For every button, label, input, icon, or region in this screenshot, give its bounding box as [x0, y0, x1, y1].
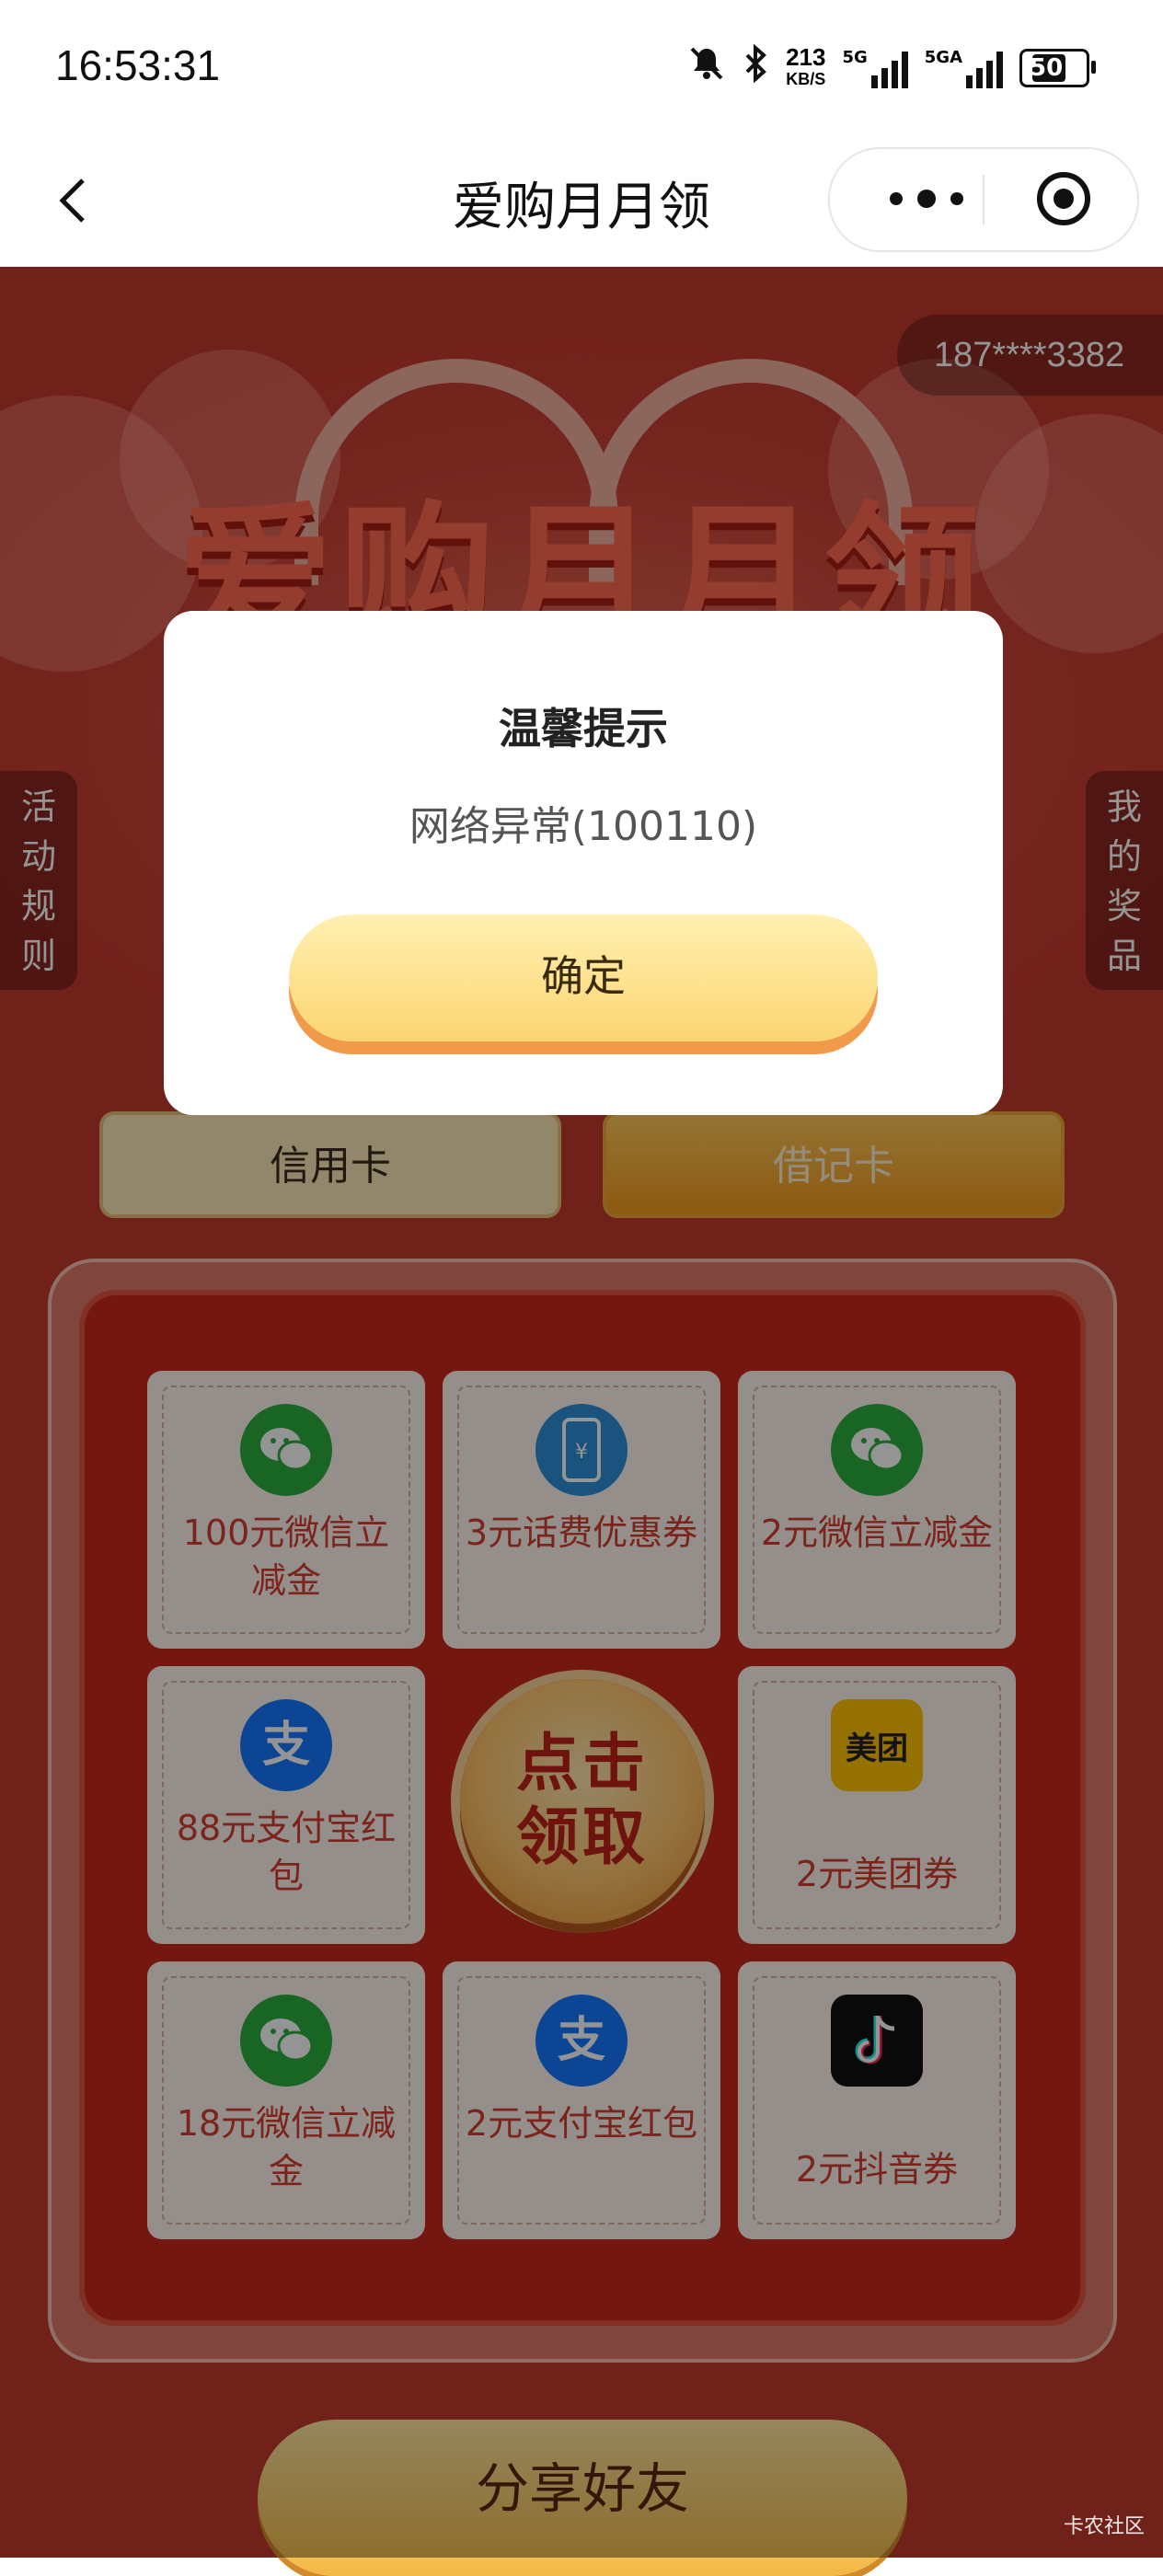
capsule-divider	[983, 175, 985, 224]
alert-dialog: 温馨提示 网络异常(100110) 确定	[164, 611, 1003, 1115]
close-miniapp-icon[interactable]	[1034, 169, 1093, 228]
watermark: 卡农社区	[1063, 2515, 1145, 2538]
signal-5ga-icon: 5GA	[925, 48, 1003, 88]
speed-value: 213	[786, 42, 826, 71]
signal-5g-icon: 5G	[842, 48, 908, 88]
dialog-title: 温馨提示	[499, 704, 668, 753]
more-dots-icon[interactable]	[876, 180, 977, 217]
dialog-message: 网络异常(100110)	[409, 803, 758, 850]
mute-bell-icon	[688, 45, 725, 90]
battery-icon: 50	[1019, 48, 1096, 87]
confirm-button[interactable]: 确定	[289, 914, 878, 1041]
miniapp-capsule	[828, 147, 1139, 252]
bluetooth-icon	[742, 43, 769, 91]
status-bar: 16:53:31 213 KB/S 5G 5GA 50	[0, 0, 1163, 138]
nav-bar: 爱购月月领	[0, 138, 1163, 267]
status-icons: 213 KB/S 5G 5GA 50	[688, 42, 1096, 91]
network-speed: 213 KB/S	[786, 42, 826, 90]
status-time: 16:53:31	[55, 41, 221, 89]
speed-unit: KB/S	[786, 69, 826, 88]
